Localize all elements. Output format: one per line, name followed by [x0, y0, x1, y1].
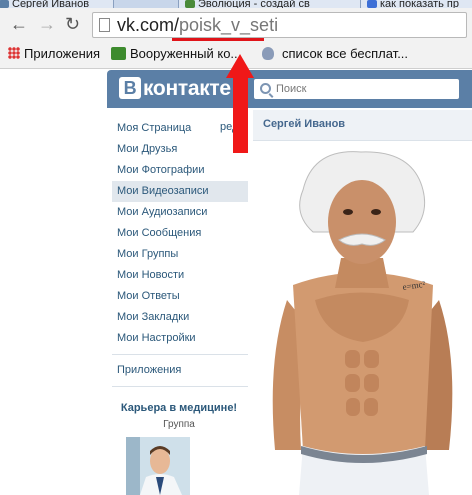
browser-toolbar: ← → ↻ vk.com/poisk_v_seti [0, 8, 472, 40]
vk-logo[interactable]: Вконтакте [119, 77, 231, 101]
forward-arrow-icon[interactable]: → [38, 15, 56, 33]
profile-name: Сергей Иванов [263, 118, 346, 130]
reload-icon[interactable]: ↻ [65, 15, 80, 33]
profile-photo[interactable]: e=mc² [253, 150, 472, 495]
left-sidebar: Моя Страница Мои Друзья Мои Фотографии М… [112, 118, 248, 495]
menu-my-messages[interactable]: Мои Сообщения [112, 223, 248, 244]
search-icon [260, 83, 271, 94]
menu-my-answers[interactable]: Мои Ответы [112, 286, 248, 307]
tab-evolution[interactable]: Эволюция - создай св [178, 0, 362, 8]
google-icon [367, 0, 377, 8]
url-host: vk.com/ [117, 15, 180, 35]
promo-image[interactable] [126, 437, 190, 495]
menu-my-audio[interactable]: Мои Аудиозаписи [112, 202, 248, 223]
apps-grid-icon [8, 47, 20, 59]
tab-strip: Сергей Иванов Эволюция - создай св как п… [0, 0, 472, 8]
search-input[interactable]: Поиск [254, 79, 459, 99]
vk-logo-badge: В [119, 77, 141, 99]
tab-label: Сергей Иванов [12, 0, 90, 8]
url-text[interactable]: vk.com/poisk_v_seti [117, 15, 278, 35]
sidebar-divider [112, 354, 248, 355]
bookmark-label: Приложения [24, 46, 101, 61]
menu-my-bookmarks[interactable]: Мои Закладки [112, 307, 248, 328]
back-arrow-icon[interactable]: ← [10, 15, 28, 33]
tab-vk-profile[interactable]: Сергей Иванов [0, 0, 114, 8]
menu-my-friends[interactable]: Мои Друзья [112, 139, 248, 160]
profile-header: Сергей Иванов [253, 110, 472, 141]
url-underline-annotation [172, 38, 264, 41]
bookmark-label: Вооруженный ко... [130, 46, 242, 61]
vk-header: Вконтакте Поиск [107, 70, 472, 108]
menu-my-videos[interactable]: Мои Видеозаписи [112, 181, 248, 202]
bookmark-label: список все бесплат... [282, 46, 409, 61]
search-placeholder: Поиск [276, 83, 307, 95]
url-path: poisk_v_seti [179, 15, 279, 35]
menu-my-photos[interactable]: Мои Фотографии [112, 160, 248, 181]
doctor-photo [126, 437, 190, 495]
profile-photo-image: e=mc² [272, 151, 453, 495]
bookmark-game[interactable]: Вооруженный ко... [111, 46, 241, 62]
menu-my-groups[interactable]: Мои Группы [112, 244, 248, 265]
tab-label: Эволюция - создай св [198, 0, 310, 8]
bookmark-list[interactable]: список все бесплат... [262, 46, 408, 62]
sidebar-divider [112, 386, 248, 387]
game-icon [111, 47, 126, 60]
vk-icon [0, 0, 9, 8]
bookmark-apps[interactable]: Приложения [8, 46, 100, 62]
menu-apps[interactable]: Приложения [112, 360, 248, 381]
bookmark-icon [262, 47, 274, 60]
promo-subtitle: Группа [163, 419, 195, 430]
menu-my-news[interactable]: Мои Новости [112, 265, 248, 286]
evolution-game-icon [185, 0, 195, 8]
tab-label: как показать пр [380, 0, 459, 8]
page-icon [99, 18, 110, 32]
promo-title[interactable]: Карьера в медицине! [120, 401, 238, 415]
menu-my-settings[interactable]: Мои Настройки [112, 328, 248, 349]
tab-google[interactable]: как показать пр [360, 0, 472, 8]
vk-logo-text: контакте [143, 77, 231, 100]
red-arrow-shaft [233, 75, 248, 153]
address-bar[interactable]: vk.com/poisk_v_seti [92, 12, 467, 38]
